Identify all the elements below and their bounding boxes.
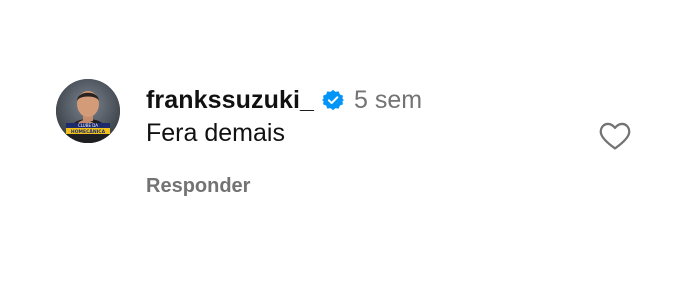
comment-item: CLUBE DA HOMECÂNICA frankssuzuki_ 5 sem … (0, 0, 688, 282)
svg-text:HOMECÂNICA: HOMECÂNICA (71, 128, 106, 135)
comment-timestamp[interactable]: 5 sem (354, 86, 422, 115)
svg-text:CLUBE DA: CLUBE DA (78, 123, 98, 128)
comment-header: frankssuzuki_ 5 sem (146, 84, 422, 116)
username-link[interactable]: frankssuzuki_ (146, 86, 314, 115)
avatar[interactable]: CLUBE DA HOMECÂNICA (56, 79, 120, 143)
like-button[interactable] (598, 120, 632, 152)
reply-button[interactable]: Responder (146, 175, 250, 198)
comment-text: Fera demais (146, 119, 285, 147)
avatar-image: CLUBE DA HOMECÂNICA (56, 79, 120, 143)
verified-check-icon (322, 89, 345, 111)
heart-outline-icon (599, 122, 631, 150)
